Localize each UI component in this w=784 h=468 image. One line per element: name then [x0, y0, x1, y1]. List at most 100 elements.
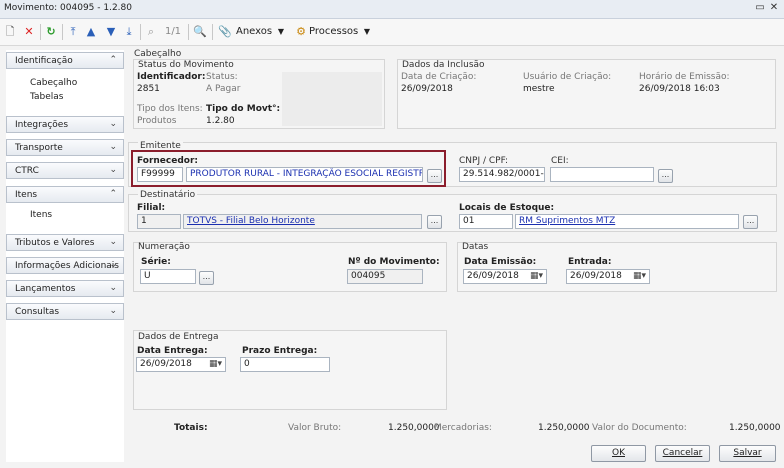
- search-icon[interactable]: ⌕: [144, 24, 158, 40]
- locais-estoque-label: Locais de Estoque:: [459, 203, 555, 213]
- title-bar: Movimento: 004095 - 1.2.80 ▭ ✕: [0, 0, 784, 19]
- sidebar-section-informacoes[interactable]: Informações Adicionais ⌄: [6, 257, 124, 274]
- horario-emissao-label: Horário de Emissão:: [639, 72, 730, 82]
- sidebar-section-integracoes[interactable]: Integrações ⌄: [6, 116, 124, 133]
- calendar-icon[interactable]: ▦▾: [209, 358, 222, 371]
- prazo-entrega-label: Prazo Entrega:: [242, 346, 318, 356]
- status-value: A Pagar: [206, 84, 241, 94]
- valor-bruto-value: 1.250,0000: [388, 423, 440, 433]
- process-gear-icon: ⚙: [296, 25, 306, 38]
- toolbar: 🗋 ✕ ↻ ⤒ ▲ ▼ ⤓ ⌕ 1/1 🔍 📎 Anexos ▼ ⚙ Proce…: [0, 19, 784, 46]
- num-movimento-label: Nº do Movimento:: [348, 257, 440, 267]
- cei-label: CEI:: [551, 156, 569, 166]
- usuario-criacao-value: mestre: [523, 84, 555, 94]
- filial-code-input[interactable]: 1: [137, 214, 181, 229]
- valor-documento-label: Valor do Documento:: [592, 423, 687, 433]
- restore-button[interactable]: ▭: [754, 2, 766, 14]
- sidebar-section-lancamentos[interactable]: Lançamentos ⌄: [6, 280, 124, 297]
- anexos-menu[interactable]: Anexos: [236, 24, 272, 40]
- filial-label: Filial:: [137, 203, 166, 213]
- sidebar: Identificação ⌃ Cabeçalho Tabelas Integr…: [6, 50, 124, 462]
- datas-title: Datas: [462, 242, 489, 252]
- tipo-itens-value: Produtos: [137, 116, 177, 126]
- prazo-entrega-input[interactable]: 0: [240, 357, 330, 372]
- tipo-itens-label: Tipo dos Itens:: [137, 104, 203, 114]
- chevron-up-icon: ⌃: [109, 55, 117, 65]
- filial-name-input[interactable]: TOTVS - Filial Belo Horizonte: [183, 214, 422, 229]
- first-icon[interactable]: ⤒: [66, 24, 80, 40]
- locais-lookup-button[interactable]: ...: [743, 215, 758, 229]
- sidebar-section-identificacao[interactable]: Identificação ⌃: [6, 52, 124, 69]
- data-criacao-value: 26/09/2018: [401, 84, 453, 94]
- num-movimento-input[interactable]: 004095: [347, 269, 423, 284]
- locais-name-input[interactable]: RM Suprimentos MTZ: [515, 214, 739, 229]
- page-indicator: 1/1: [164, 26, 182, 37]
- serie-input[interactable]: U: [140, 269, 196, 284]
- salvar-button[interactable]: Salvar: [719, 445, 776, 462]
- data-entrega-label: Data Entrega:: [137, 346, 208, 356]
- chevron-down-icon: ⌄: [109, 306, 117, 316]
- totais-label: Totais:: [174, 423, 208, 433]
- movimento-window: Movimento: 004095 - 1.2.80 ▭ ✕ 🗋 ✕ ↻ ⤒ ▲…: [0, 0, 784, 468]
- data-entrada-label: Entrada:: [568, 257, 612, 267]
- sidebar-section-consultas[interactable]: Consultas ⌄: [6, 303, 124, 320]
- serie-lookup-button[interactable]: ...: [199, 271, 214, 285]
- close-button[interactable]: ✕: [768, 2, 780, 14]
- processos-menu[interactable]: Processos: [309, 24, 359, 40]
- chevron-down-icon: ⌄: [109, 119, 117, 129]
- serie-label: Série:: [141, 257, 171, 267]
- filial-lookup-button[interactable]: ...: [427, 215, 442, 229]
- datas-group: [457, 242, 777, 292]
- sidebar-section-ctrc[interactable]: CTRC ⌄: [6, 162, 124, 179]
- filial-name-link[interactable]: TOTVS - Filial Belo Horizonte: [187, 216, 315, 226]
- chevron-down-icon: ⌄: [109, 165, 117, 175]
- status-shade: [282, 72, 382, 126]
- anexos-dropdown-icon[interactable]: ▼: [276, 24, 286, 40]
- cei-lookup-button[interactable]: ...: [658, 169, 673, 183]
- sidebar-item-cabecalho[interactable]: Cabeçalho: [30, 78, 77, 88]
- last-icon[interactable]: ⤓: [122, 24, 136, 40]
- cancelar-button[interactable]: Cancelar: [655, 445, 710, 462]
- data-emissao-input[interactable]: 26/09/2018 ▦▾: [463, 269, 547, 284]
- window-title: Movimento: 004095 - 1.2.80: [4, 3, 132, 13]
- destinatario-title: Destinatário: [138, 190, 198, 200]
- status-movimento-title: Status do Movimento: [138, 60, 234, 70]
- valor-documento-value: 1.250,0000: [729, 423, 781, 433]
- calendar-icon[interactable]: ▦▾: [633, 270, 646, 283]
- new-icon[interactable]: 🗋: [3, 24, 17, 40]
- data-entrada-input[interactable]: 26/09/2018 ▦▾: [566, 269, 650, 284]
- sidebar-section-transporte[interactable]: Transporte ⌄: [6, 139, 124, 156]
- numeracao-title: Numeração: [138, 242, 190, 252]
- mercadorias-value: 1.250,0000: [538, 423, 590, 433]
- status-label: Status:: [206, 72, 238, 82]
- refresh-icon[interactable]: ↻: [44, 24, 58, 40]
- tipo-movt-label: Tipo do Movt°:: [206, 104, 281, 114]
- cnpj-label: CNPJ / CPF:: [459, 156, 509, 166]
- sidebar-section-tributos[interactable]: Tributos e Valores ⌄: [6, 234, 124, 251]
- usuario-criacao-label: Usuário de Criação:: [523, 72, 612, 82]
- locais-name-link[interactable]: RM Suprimentos MTZ: [519, 216, 615, 226]
- cnpj-input[interactable]: 29.514.982/0001-11: [459, 167, 545, 182]
- mercadorias-label: Mercadorias:: [434, 423, 492, 433]
- data-entrega-input[interactable]: 26/09/2018 ▦▾: [136, 357, 226, 372]
- data-emissao-label: Data Emissão:: [464, 257, 537, 267]
- chevron-down-icon: ⌄: [109, 283, 117, 293]
- paperclip-icon: 📎: [218, 25, 232, 38]
- tipo-movt-value: 1.2.80: [206, 116, 235, 126]
- ok-button[interactable]: OK: [591, 445, 646, 462]
- previous-icon[interactable]: ▲: [84, 24, 98, 40]
- data-criacao-label: Data de Criação:: [401, 72, 477, 82]
- next-icon[interactable]: ▼: [104, 24, 118, 40]
- sidebar-item-tabelas[interactable]: Tabelas: [30, 92, 63, 102]
- sidebar-section-itens[interactable]: Itens ⌃: [6, 186, 124, 203]
- horario-emissao-value: 26/09/2018 16:03: [639, 84, 720, 94]
- delete-icon[interactable]: ✕: [22, 24, 36, 40]
- processos-dropdown-icon[interactable]: ▼: [362, 24, 372, 40]
- chevron-up-icon: ⌃: [109, 189, 117, 199]
- calendar-icon[interactable]: ▦▾: [530, 270, 543, 283]
- locais-code-input[interactable]: 01: [459, 214, 513, 229]
- sidebar-item-itens[interactable]: Itens: [30, 210, 52, 220]
- cei-input[interactable]: [550, 167, 654, 182]
- zoom-icon[interactable]: 🔍: [193, 24, 207, 40]
- identificador-value: 2851: [137, 84, 160, 94]
